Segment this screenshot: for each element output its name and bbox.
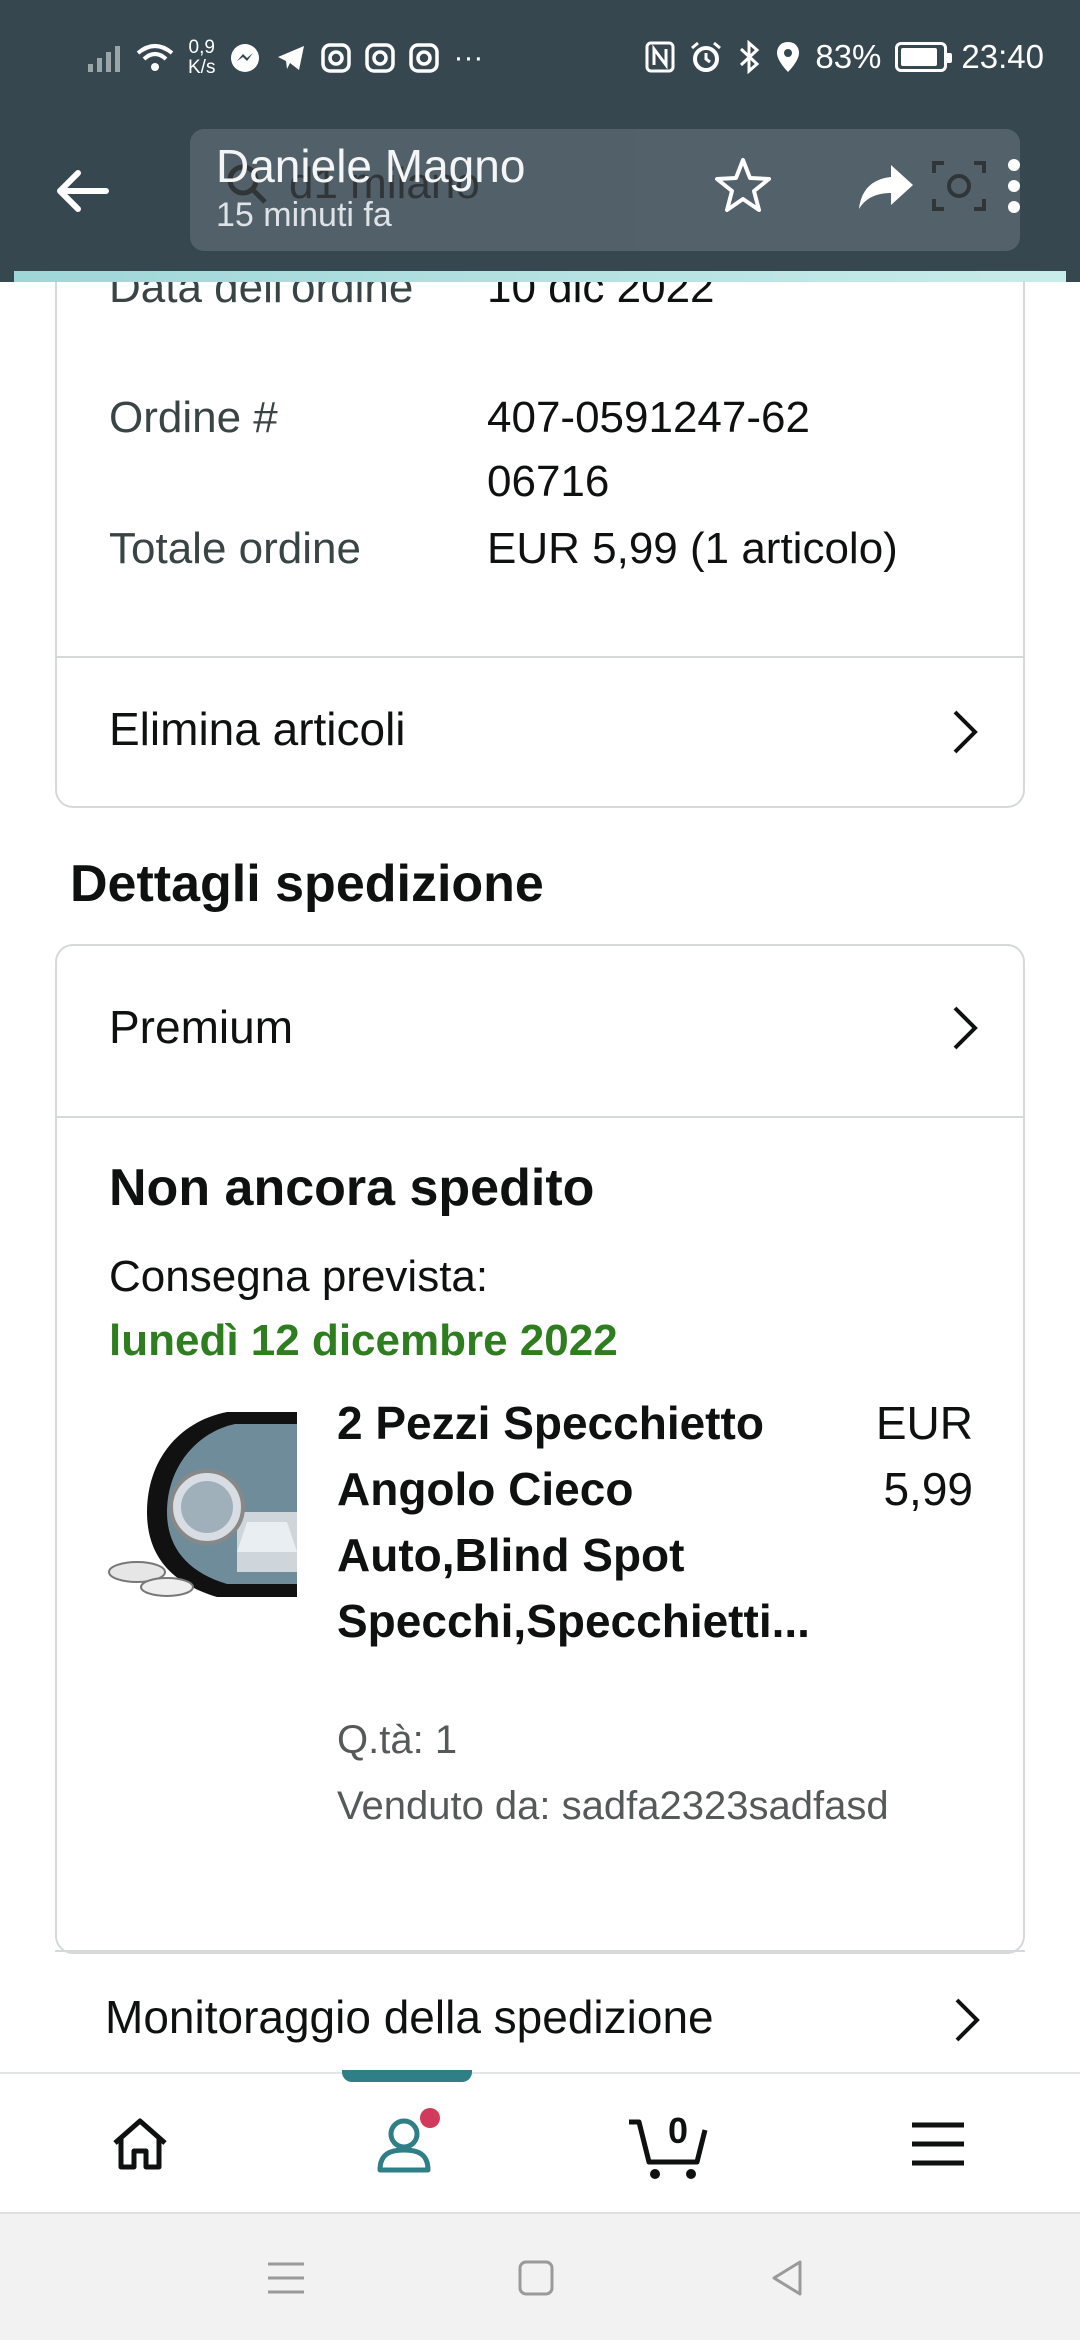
battery-icon — [895, 42, 953, 72]
menu-icon — [912, 2122, 964, 2166]
order-details-page: Data dell'ordine 10 dic 2022 Ordine # 40… — [0, 282, 1080, 2072]
network-speed: 0,9 K/s — [188, 37, 216, 78]
product-seller: Venduto da: sadfa2323sadfasd — [337, 1784, 889, 1828]
order-total-label: Totale ordine — [109, 524, 361, 573]
home-button-icon[interactable] — [512, 2254, 560, 2302]
nfc-icon — [645, 41, 675, 73]
order-date-label: Data dell'ordine — [109, 282, 414, 312]
status-right: 83% 23:40 — [645, 38, 1044, 76]
tracking-label: Monitoraggio della spedizione — [105, 1991, 714, 2043]
share-icon[interactable] — [855, 155, 917, 217]
system-navigation-bar — [0, 2212, 1080, 2340]
order-number-value: 407-0591247-6206716 — [487, 393, 810, 506]
header-accent-line — [14, 271, 1066, 282]
clock: 23:40 — [961, 38, 1044, 75]
back-arrow-icon[interactable] — [50, 159, 114, 223]
alarm-icon — [691, 41, 722, 72]
delete-items-row[interactable]: Elimina articoli — [57, 658, 1023, 806]
star-icon[interactable] — [712, 155, 774, 217]
order-number-label: Ordine # — [109, 393, 278, 442]
signal-icon — [88, 46, 120, 72]
viewer-header: d1 milano Daniele Magno 15 minuti fa — [0, 125, 1080, 255]
shipping-section-title: Dettagli spedizione — [70, 855, 544, 913]
status-bar: 0,9 K/s ··· 83% 23:40 — [0, 0, 1080, 125]
telegram-icon — [278, 46, 305, 70]
bluetooth-icon — [740, 40, 760, 74]
account-icon — [377, 2108, 440, 2173]
chevron-right-icon — [955, 1998, 980, 2042]
order-summary-card: Data dell'ordine 10 dic 2022 Ordine # 40… — [55, 282, 1025, 808]
home-icon — [113, 2118, 167, 2170]
location-icon — [777, 42, 800, 72]
wifi-icon — [136, 44, 174, 71]
shipping-service-row[interactable]: Premium — [57, 946, 1023, 1116]
chevron-right-icon — [953, 710, 978, 754]
product-quantity: Q.tà: 1 — [337, 1718, 458, 1762]
divider — [55, 1950, 1025, 1952]
battery-percent: 83% — [815, 38, 882, 75]
recent-apps-icon[interactable] — [262, 2254, 310, 2302]
shipment-tracking-row[interactable]: Monitoraggio della spedizione — [55, 1954, 1025, 2072]
nav-account[interactable] — [338, 2074, 478, 2214]
instagram-icon — [365, 43, 396, 73]
product-image[interactable] — [107, 1412, 297, 1602]
viewer-top-bar: 0,9 K/s ··· 83% 23:40 d1 milano Daniele … — [0, 0, 1080, 282]
shipping-service-label: Premium — [109, 1001, 294, 1053]
product-item[interactable]: 2 Pezzi Specchietto Angolo Cieco Auto,Bl… — [57, 1094, 1023, 1828]
sent-time: 15 minuti fa — [216, 196, 392, 234]
nav-menu[interactable] — [868, 2074, 1008, 2214]
more-options-icon[interactable] — [998, 155, 1030, 217]
chevron-right-icon — [953, 1006, 978, 1050]
status-left: 0,9 K/s ··· — [88, 38, 483, 78]
instagram-icon — [409, 43, 440, 73]
product-title[interactable]: 2 Pezzi Specchietto Angolo Cieco Auto,Bl… — [337, 1390, 857, 1654]
sender-block: Daniele Magno 15 minuti fa — [216, 137, 525, 235]
cart-count: 0 — [668, 2110, 689, 2151]
delete-items-label: Elimina articoli — [109, 703, 406, 755]
messenger-icon — [231, 44, 260, 72]
order-total-value: EUR 5,99 (1 articolo) — [487, 524, 898, 573]
nav-cart[interactable]: 0 — [600, 2074, 740, 2214]
back-button-icon[interactable] — [764, 2254, 812, 2302]
order-date-value: 10 dic 2022 — [487, 282, 715, 312]
shipping-card: Premium Non ancora spedito Consegna prev… — [55, 944, 1025, 1954]
instagram-icon — [321, 43, 352, 73]
more-notifications-icon: ··· — [453, 41, 484, 74]
product-price: EUR 5,99 — [875, 1397, 973, 1515]
nav-home[interactable] — [70, 2074, 210, 2214]
bottom-navigation: 0 — [0, 2070, 1080, 2214]
sender-name: Daniele Magno — [216, 140, 526, 192]
camera-scan-icon[interactable] — [928, 155, 990, 217]
